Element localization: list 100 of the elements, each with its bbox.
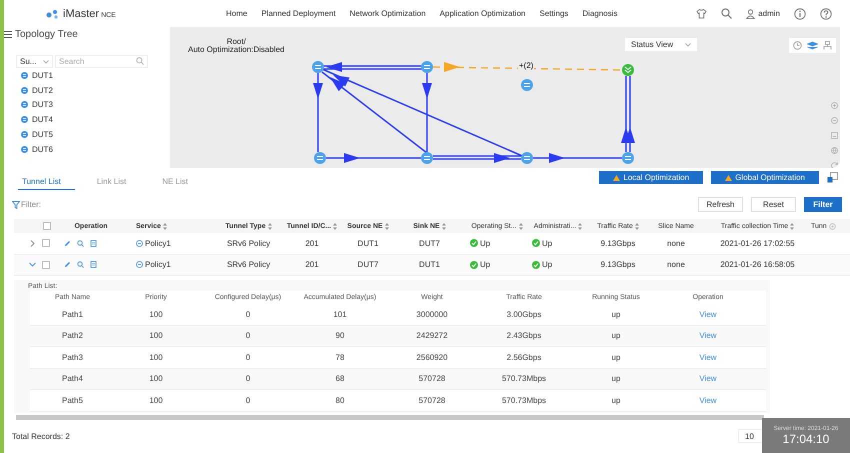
- tab[interactable]: Tunnel List: [18, 177, 75, 190]
- filter-icon[interactable]: [12, 200, 20, 208]
- scope-dropdown[interactable]: Su...: [16, 55, 53, 68]
- filter-label: Filter:: [21, 200, 41, 209]
- chevron-down-icon: [43, 60, 49, 64]
- table-cell: DUT7: [419, 238, 440, 248]
- document-icon[interactable]: [90, 261, 97, 268]
- horizontal-scrollbar[interactable]: [16, 414, 764, 420]
- table-cell: SRv6 Policy: [226, 238, 270, 248]
- clock-icon[interactable]: [793, 41, 802, 50]
- table-cell: Path2: [62, 331, 83, 340]
- table-cell: 100: [149, 331, 163, 340]
- table-cell: 9.13Gbps: [600, 238, 636, 248]
- table-cell: up: [612, 352, 620, 362]
- document-icon[interactable]: [90, 240, 97, 247]
- nav-menu-item[interactable]: Application Optimization: [440, 9, 526, 18]
- service-link[interactable]: Policy1: [145, 238, 171, 248]
- device-icon: [21, 131, 28, 138]
- nav-menu-item[interactable]: Diagnosis: [582, 9, 618, 18]
- search-icon[interactable]: [721, 8, 732, 19]
- network-icon[interactable]: [823, 41, 832, 50]
- service-link[interactable]: Policy1: [145, 260, 171, 270]
- refresh-icon[interactable]: [831, 162, 838, 168]
- checkbox[interactable]: [43, 222, 51, 230]
- table-cell: 68: [336, 374, 344, 384]
- table-cell: 100: [149, 352, 163, 362]
- search-field[interactable]: Search: [55, 55, 148, 68]
- table-cell: 101: [333, 310, 347, 319]
- action-button[interactable]: Refresh: [698, 197, 743, 212]
- chevron-down-icon[interactable]: [29, 261, 36, 268]
- table-cell: up: [612, 331, 620, 340]
- nav-menu-item[interactable]: Planned Deployment: [261, 9, 336, 18]
- tree-item[interactable]: DUT6: [32, 144, 53, 154]
- user-name[interactable]: admin: [758, 9, 780, 18]
- chevron-right-icon[interactable]: [29, 240, 36, 247]
- action-button[interactable]: Filter: [804, 197, 842, 212]
- table-cell: none: [667, 260, 685, 270]
- table-cell: 0: [246, 396, 250, 405]
- table-cell: DUT1: [419, 260, 440, 270]
- device-icon: [21, 116, 28, 124]
- tree-item[interactable]: DUT2: [32, 86, 53, 95]
- action-button[interactable]: Reset: [751, 197, 796, 212]
- policy-icon: [136, 240, 143, 247]
- info-icon[interactable]: [794, 8, 806, 20]
- table-cell: 3000000: [416, 310, 448, 319]
- tree-item[interactable]: DUT1: [32, 70, 53, 80]
- total-records: Total Records: 2: [12, 432, 71, 441]
- nav-menu-item[interactable]: Settings: [539, 9, 568, 18]
- logo-icon: [46, 8, 60, 18]
- sort-icon[interactable]: [634, 222, 639, 230]
- pencil-icon[interactable]: [64, 261, 71, 268]
- table-cell: Path5: [62, 396, 83, 405]
- zoom-icon[interactable]: [77, 240, 84, 247]
- device-icon: [21, 146, 28, 153]
- sort-icon[interactable]: [384, 222, 389, 230]
- sort-icon[interactable]: [333, 222, 338, 230]
- fit-icon[interactable]: [831, 132, 838, 139]
- sort-icon[interactable]: [442, 222, 446, 230]
- layers-icon[interactable]: [807, 41, 818, 50]
- table-cell: 0: [246, 352, 250, 362]
- zoom-out-icon[interactable]: [831, 117, 838, 124]
- shirt-icon[interactable]: [696, 8, 708, 19]
- user-icon[interactable]: [746, 8, 756, 18]
- checkbox[interactable]: [42, 260, 50, 269]
- table-cell: SRv6 Policy: [226, 260, 270, 270]
- table-cell: 0: [246, 310, 250, 319]
- sort-icon[interactable]: [790, 222, 794, 230]
- sort-icon[interactable]: [578, 222, 582, 230]
- check-circle-icon: [532, 260, 540, 269]
- window-icon[interactable]: [827, 172, 838, 183]
- optimization-button[interactable]: Local Optimization: [599, 171, 704, 184]
- settings-icon[interactable]: [828, 222, 836, 230]
- table-cell: 100: [149, 396, 163, 405]
- nav-menu-item[interactable]: Network Optimization: [350, 9, 426, 18]
- pencil-icon[interactable]: [64, 240, 71, 247]
- zoom-in-icon[interactable]: [831, 102, 838, 109]
- optimization-button[interactable]: Global Optimization: [711, 171, 819, 184]
- tree-item[interactable]: DUT3: [32, 100, 53, 110]
- nav-menu-item[interactable]: Home: [226, 9, 248, 18]
- menu-icon[interactable]: [4, 30, 12, 38]
- table-cell: 570728: [418, 374, 446, 384]
- table-cell: 2021-01-26 17:02:55: [720, 238, 795, 248]
- tree-item[interactable]: DUT5: [32, 130, 53, 140]
- help-icon[interactable]: [820, 8, 832, 20]
- sort-icon[interactable]: [518, 222, 523, 230]
- tree-item[interactable]: DUT4: [32, 115, 53, 124]
- table-cell: 570728: [418, 396, 446, 405]
- checkbox[interactable]: [42, 239, 50, 248]
- table-cell: 9.13Gbps: [600, 260, 636, 270]
- table-cell: 2.43Gbps: [506, 331, 542, 340]
- table-cell: 2021-01-26 16:58:05: [720, 260, 795, 270]
- globe-icon[interactable]: [831, 147, 838, 154]
- zoom-icon[interactable]: [77, 261, 84, 268]
- sort-icon[interactable]: [268, 222, 272, 230]
- check-circle-icon: [470, 260, 478, 269]
- device-icon: [21, 101, 28, 108]
- view-dropdown[interactable]: Status View: [625, 38, 698, 51]
- topology-icon: [725, 174, 732, 180]
- sort-icon[interactable]: [162, 222, 167, 230]
- chevron-down-icon: [685, 42, 692, 46]
